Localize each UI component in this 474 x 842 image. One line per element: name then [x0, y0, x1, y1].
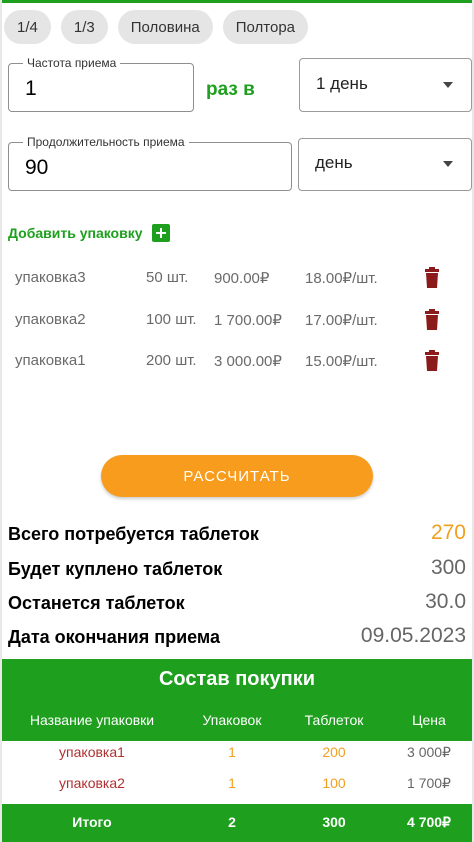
frequency-label: Частота приема [23, 56, 121, 70]
row-packs: 1 [228, 775, 236, 791]
col-header-name: Название упаковки [29, 712, 155, 728]
frequency-field[interactable]: Частота приема 1 [8, 56, 194, 112]
period-select[interactable]: 1 день [299, 58, 472, 112]
duration-field[interactable]: Продолжительность приема 90 [8, 135, 292, 191]
total-price: 4 700₽ [407, 814, 451, 830]
trash-icon[interactable] [424, 350, 440, 372]
summary-row: Всего потребуется таблеток 270 [0, 520, 474, 550]
top-accent-bar [0, 0, 474, 3]
package-name: упаковка1 [15, 352, 86, 369]
duration-value: 90 [25, 156, 49, 179]
table-row: упаковка2 1 100 1 700₽ [2, 770, 472, 798]
col-header-tablets: Таблеток [304, 712, 364, 728]
chip-one-and-half[interactable]: Полтора [222, 10, 309, 44]
summary-label: Останется таблеток [8, 593, 185, 613]
row-name: упаковка2 [59, 775, 125, 791]
chevron-down-icon [443, 161, 453, 167]
summary-label: Дата окончания приема [8, 627, 220, 647]
chip-half[interactable]: Половина [117, 10, 213, 44]
row-tablets: 200 [322, 744, 346, 760]
package-name: упаковка2 [15, 311, 86, 328]
package-qty: 100 шт. [146, 311, 197, 328]
col-header-price: Цена [412, 712, 446, 728]
plus-square-icon[interactable] [151, 224, 170, 242]
dose-chips: 1/4 1/3 Половина Полтора [4, 10, 309, 44]
row-name: упаковка1 [59, 744, 125, 760]
summary-value: 30.0 [425, 590, 466, 613]
add-package-button[interactable]: Добавить упаковку [8, 224, 170, 242]
summary-row: Дата окончания приема 09.05.2023 [0, 623, 474, 653]
row-packs: 1 [228, 744, 236, 760]
total-row: Итого 2 300 4 700₽ [2, 804, 472, 842]
table-row: упаковка1 1 200 3 000₽ [2, 739, 472, 767]
package-row: упаковка1 200 шт. 3 000.00₽ 15.00₽/шт. [0, 350, 474, 374]
purchase-table: Состав покупки Название упаковки Упаково… [2, 659, 472, 842]
package-price: 3 000.00₽ [214, 353, 282, 370]
package-row: упаковка2 100 шт. 1 700.00₽ 17.00₽/шт. [0, 309, 474, 333]
chip-quarter[interactable]: 1/4 [4, 10, 51, 44]
package-unit-price: 18.00₽/шт. [305, 270, 378, 287]
package-unit-price: 17.00₽/шт. [305, 312, 378, 329]
package-qty: 200 шт. [146, 352, 197, 369]
total-tablets: 300 [322, 814, 346, 830]
total-packs: 2 [228, 814, 236, 830]
duration-label: Продолжительность приема [23, 135, 189, 149]
trash-icon[interactable] [424, 309, 440, 331]
purchase-title: Состав покупки [158, 668, 316, 690]
add-package-label: Добавить упаковку [8, 225, 143, 241]
package-name: упаковка3 [15, 269, 86, 286]
row-price: 1 700₽ [407, 775, 451, 791]
summary-value: 09.05.2023 [360, 624, 466, 647]
frequency-connector: раз в [206, 79, 255, 100]
package-price: 900.00₽ [214, 270, 270, 287]
summary-value: 300 [430, 556, 466, 579]
trash-icon[interactable] [424, 267, 440, 289]
chevron-down-icon [443, 82, 453, 88]
duration-unit-select[interactable]: день [298, 138, 472, 191]
total-label: Итого [72, 814, 112, 830]
summary-value: 270 [430, 521, 466, 544]
summary-label: Всего потребуется таблеток [8, 524, 259, 544]
row-price: 3 000₽ [407, 744, 451, 760]
package-price: 1 700.00₽ [214, 312, 282, 329]
package-row: упаковка3 50 шт. 900.00₽ 18.00₽/шт. [0, 267, 474, 291]
summary-row: Останется таблеток 30.0 [0, 589, 474, 619]
chip-third[interactable]: 1/3 [60, 10, 108, 44]
row-tablets: 100 [322, 775, 346, 791]
calculate-button[interactable]: РАССЧИТАТЬ [101, 455, 373, 497]
summary-row: Будет куплено таблеток 300 [0, 555, 474, 585]
package-qty: 50 шт. [146, 269, 189, 286]
frequency-value: 1 [25, 77, 37, 100]
col-header-packs: Упаковок [202, 712, 262, 728]
period-select-value: 1 день [316, 74, 368, 93]
package-unit-price: 15.00₽/шт. [305, 353, 378, 370]
summary-label: Будет куплено таблеток [8, 559, 223, 579]
duration-unit-value: день [315, 153, 353, 172]
